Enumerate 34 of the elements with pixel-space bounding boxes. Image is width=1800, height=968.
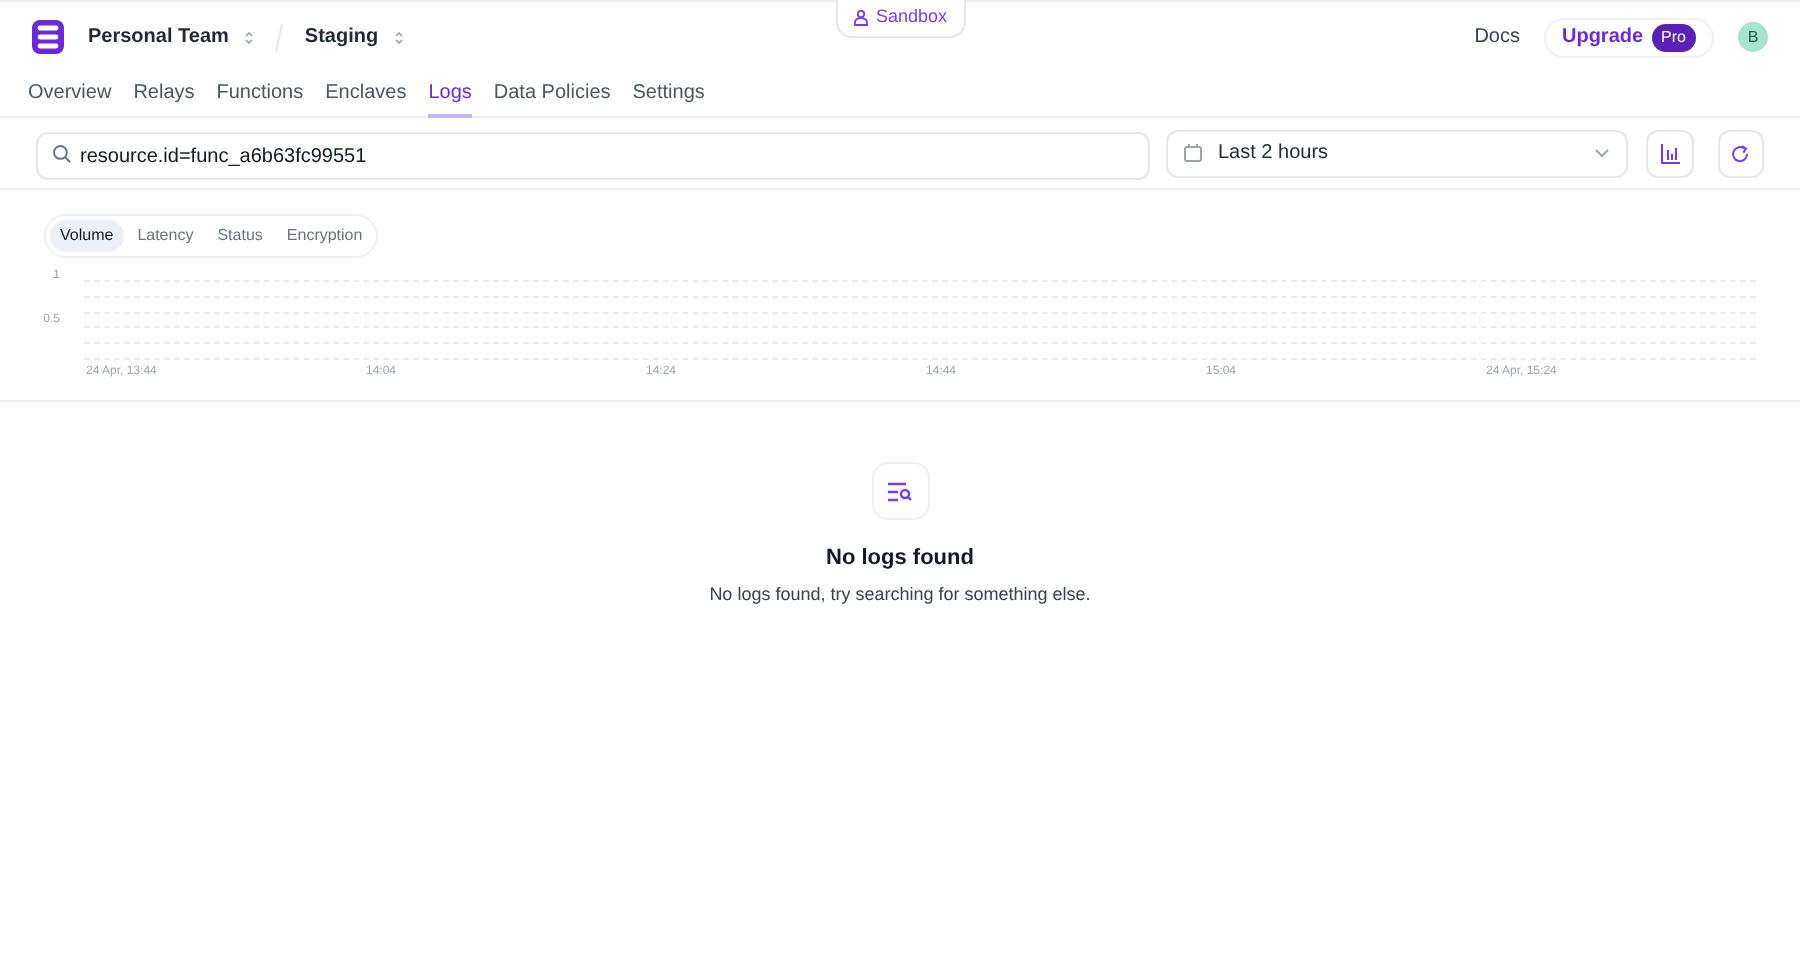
user-avatar[interactable]: B (1738, 22, 1768, 52)
plan-badge: Pro (1651, 23, 1696, 51)
empty-state-title: No logs found (826, 544, 974, 574)
calendar-icon (1184, 144, 1202, 162)
nav-tab[interactable]: Settings (632, 72, 705, 118)
sandbox-badge: Sandbox (836, 0, 966, 38)
docs-link[interactable]: Docs (1474, 22, 1520, 52)
logo-icon[interactable] (32, 20, 64, 54)
chart-tab[interactable]: Status (207, 220, 273, 252)
updown-icon (244, 29, 255, 45)
nav-tab[interactable]: Relays (133, 72, 195, 118)
chart-tab[interactable]: Encryption (276, 220, 373, 252)
updown-icon (394, 29, 405, 45)
nav-tab[interactable]: Overview (28, 72, 112, 118)
search-field[interactable]: resource.id=func_a6b63fc99551 (36, 132, 1150, 180)
logs-empty-icon (871, 462, 929, 520)
chevron-down-icon (1594, 148, 1611, 158)
team-switcher[interactable]: Personal Team (88, 22, 255, 52)
nav-tab[interactable]: Enclaves (325, 72, 407, 118)
chart-toggle-button[interactable] (1646, 129, 1694, 177)
environment-switcher[interactable]: Staging (304, 22, 405, 52)
upgrade-button[interactable]: Upgrade Pro (1543, 17, 1714, 57)
refresh-button[interactable] (1717, 129, 1764, 177)
refresh-icon (1730, 143, 1751, 163)
user-icon (854, 10, 868, 26)
empty-state-message: No logs found, try searching for something else. (709, 581, 1091, 608)
chart-tab[interactable]: Volume (50, 220, 124, 252)
nav-tab[interactable]: Data Policies (493, 72, 611, 118)
nav-tab[interactable]: Logs (428, 72, 472, 118)
chart-tab[interactable]: Latency (127, 220, 204, 252)
search-icon (52, 143, 72, 163)
bar-chart-icon (1659, 143, 1680, 163)
time-range-dropdown[interactable]: Last 2 hours (1166, 129, 1629, 177)
nav-tab[interactable]: Functions (216, 72, 304, 118)
